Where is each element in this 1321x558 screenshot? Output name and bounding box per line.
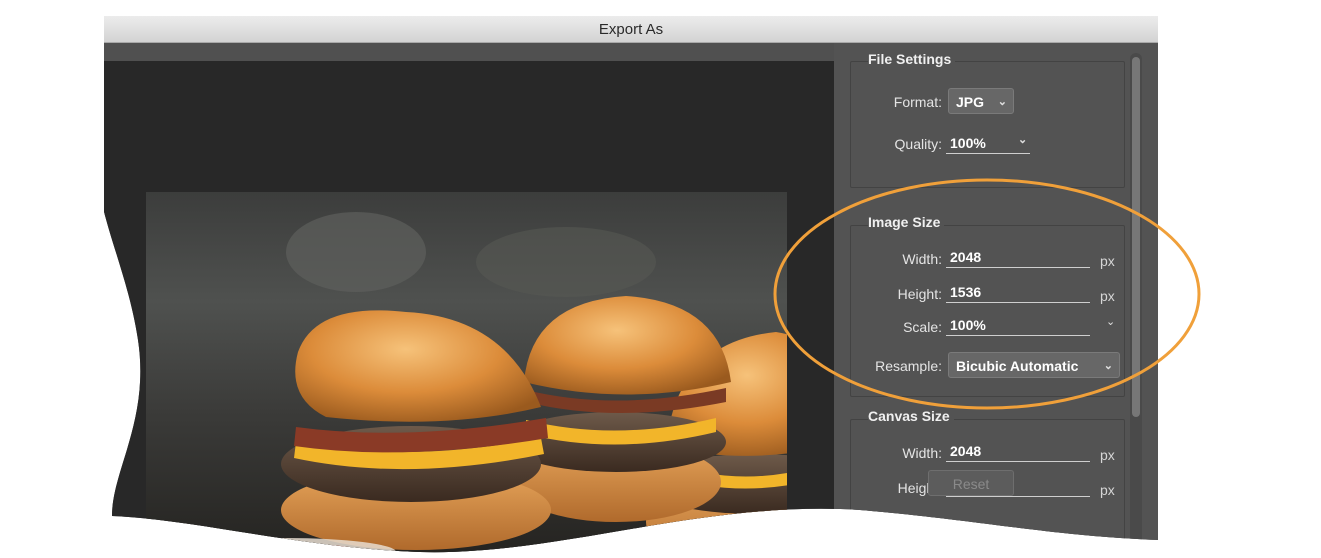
screenshot-stage: Export As File Settings Format: JPG ⌄ Qu… bbox=[0, 0, 1321, 558]
highlight-annotation-ring bbox=[773, 178, 1201, 410]
